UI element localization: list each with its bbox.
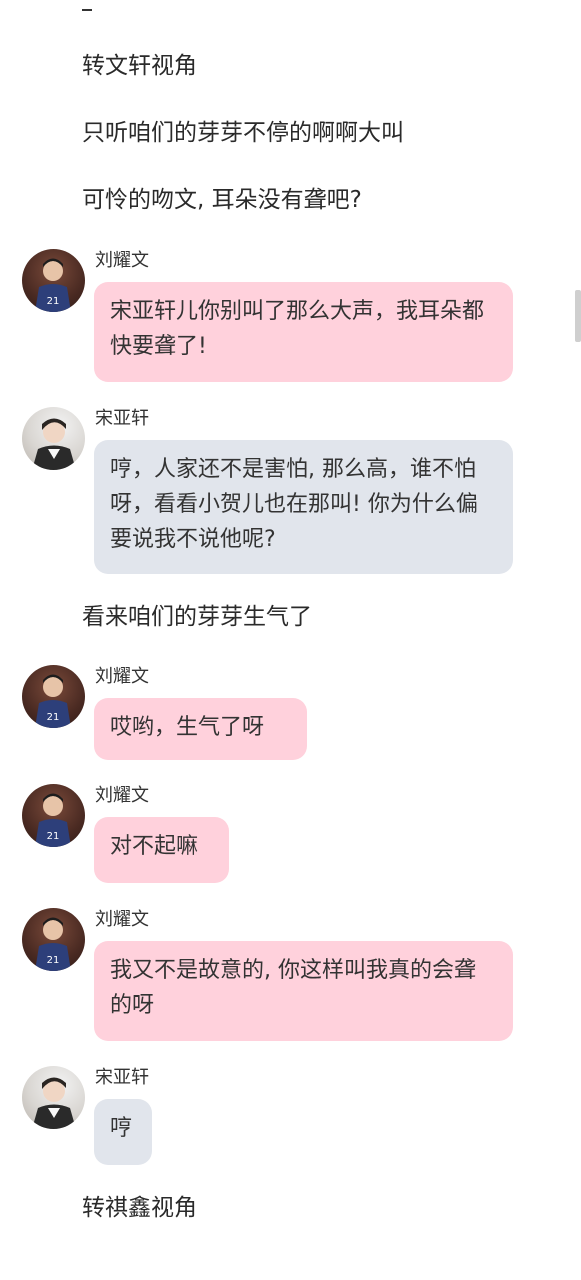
- narration-line: 转文轩视角: [82, 53, 197, 79]
- avatar-song-icon[interactable]: [22, 407, 85, 470]
- narration-line: 转祺鑫视角: [82, 1195, 197, 1221]
- avatar-liu-icon[interactable]: 21: [22, 665, 85, 728]
- message-bubble[interactable]: 哼: [94, 1099, 152, 1165]
- avatar-song-icon[interactable]: [22, 1066, 85, 1129]
- sender-name: 宋亚轩: [95, 408, 149, 429]
- sender-name: 刘耀文: [95, 785, 149, 806]
- narration-line: 只听咱们的芽芽不停的啊啊大叫: [82, 120, 404, 146]
- top-dash-mark: [82, 9, 92, 11]
- svg-text:21: 21: [47, 831, 60, 842]
- sender-name: 刘耀文: [95, 250, 149, 271]
- sender-name: 刘耀文: [95, 909, 149, 930]
- avatar-liu-icon[interactable]: 21: [22, 908, 85, 971]
- sender-name: 刘耀文: [95, 666, 149, 687]
- message-bubble[interactable]: 宋亚轩儿你别叫了那么大声，我耳朵都快要聋了!: [94, 282, 513, 382]
- message-bubble[interactable]: 哼，人家还不是害怕, 那么高，谁不怕呀，看看小贺儿也在那叫! 你为什么偏要说我不…: [94, 440, 513, 574]
- svg-text:21: 21: [47, 712, 60, 723]
- message-bubble[interactable]: 对不起嘛: [94, 817, 229, 883]
- message-bubble[interactable]: 哎哟，生气了呀: [94, 698, 307, 760]
- avatar-liu-icon[interactable]: 21: [22, 249, 85, 312]
- sender-name: 宋亚轩: [95, 1067, 149, 1088]
- svg-text:21: 21: [47, 296, 60, 307]
- svg-text:21: 21: [47, 955, 60, 966]
- message-bubble[interactable]: 我又不是故意的, 你这样叫我真的会聋的呀: [94, 941, 513, 1041]
- avatar-liu-icon[interactable]: 21: [22, 784, 85, 847]
- narration-line: 看来咱们的芽芽生气了: [82, 604, 312, 630]
- narration-line: 可怜的吻文, 耳朵没有聋吧?: [82, 187, 362, 213]
- scrollbar[interactable]: [575, 290, 581, 342]
